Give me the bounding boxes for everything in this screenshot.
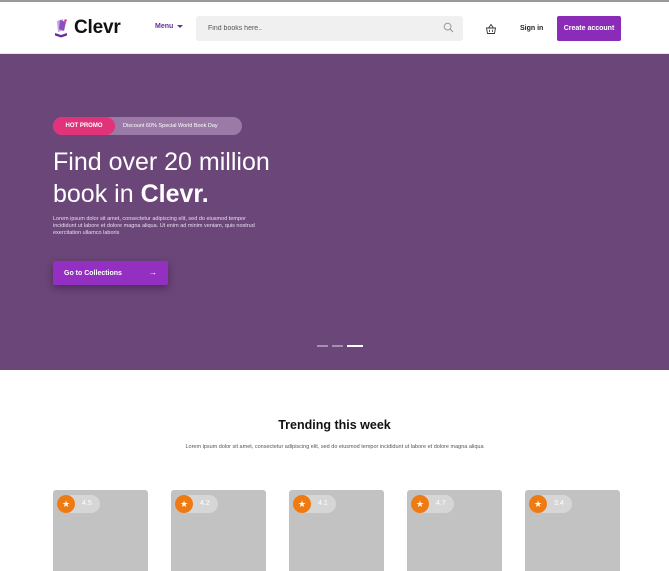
chevron-down-icon: [177, 25, 184, 28]
site-header: Clevr Menu Sign in Create account: [0, 2, 669, 54]
rating-value: 4.7: [436, 500, 446, 507]
hero-title-line2: book in: [53, 180, 141, 208]
menu-dropdown[interactable]: Menu: [155, 23, 184, 30]
brand-logo[interactable]: Clevr: [52, 17, 121, 39]
hero-title: Find over 20 million book in Clevr.: [53, 146, 270, 210]
carousel-dot[interactable]: [332, 345, 343, 347]
rating-badge: ★ 4.1: [293, 495, 336, 513]
carousel-dot[interactable]: [317, 345, 328, 347]
book-card[interactable]: ★ 3.4: [525, 490, 620, 571]
star-icon: ★: [57, 495, 75, 513]
hero-title-line1: Find over 20 million: [53, 148, 270, 176]
promo-pill[interactable]: HOT PROMO Discount 60% Special World Boo…: [53, 117, 242, 135]
rating-badge: ★ 3.4: [529, 495, 572, 513]
trending-description-text: Lorem ipsum dolor sit amet, consectetur …: [185, 444, 484, 450]
cta-label: Go to Collections: [64, 269, 122, 277]
rating-value: 4.2: [200, 500, 210, 507]
brand-name: Clevr: [74, 17, 121, 38]
search-input[interactable]: [196, 16, 436, 41]
book-card[interactable]: ★ 4.5: [53, 490, 148, 571]
book-card[interactable]: ★ 4.2: [171, 490, 266, 571]
star-icon: ★: [529, 495, 547, 513]
hero-banner: HOT PROMO Discount 60% Special World Boo…: [0, 54, 669, 370]
search-bar: [196, 16, 463, 41]
create-account-button[interactable]: Create account: [557, 16, 621, 41]
book-card[interactable]: ★ 4.7: [407, 490, 502, 571]
basket-icon[interactable]: [485, 23, 497, 35]
rating-value: 4.5: [82, 500, 92, 507]
promo-tag: HOT PROMO: [53, 117, 115, 135]
rating-badge: ★ 4.2: [175, 495, 218, 513]
book-card[interactable]: ★ 4.1: [289, 490, 384, 571]
carousel-dot-active[interactable]: [347, 345, 363, 347]
star-icon: ★: [293, 495, 311, 513]
trending-book-list: ★ 4.5 ★ 4.2 ★ 4.1 ★ 4.7 ★ 3.4: [53, 490, 621, 571]
arrow-right-icon: →: [149, 268, 157, 277]
trending-description: Lorem ipsum dolor sit amet, consectetur …: [0, 444, 669, 451]
star-icon: ★: [411, 495, 429, 513]
hero-description: Lorem ipsum dolor sit amet, consectetur …: [53, 216, 255, 236]
carousel-indicators: [317, 345, 367, 347]
hero-title-brand: Clevr.: [140, 180, 209, 208]
rating-badge: ★ 4.7: [411, 495, 454, 513]
rating-badge: ★ 4.5: [57, 495, 100, 513]
book-logo-icon: [55, 19, 67, 38]
rating-value: 3.4: [554, 500, 564, 507]
star-icon: ★: [175, 495, 193, 513]
menu-label: Menu: [155, 23, 174, 30]
trending-title: Trending this week: [278, 418, 391, 432]
rating-value: 4.1: [318, 500, 328, 507]
sign-in-link[interactable]: Sign in: [520, 25, 543, 32]
promo-text: Discount 60% Special World Book Day: [123, 123, 218, 129]
go-to-collections-button[interactable]: Go to Collections →: [53, 261, 168, 285]
search-icon[interactable]: [443, 22, 454, 33]
